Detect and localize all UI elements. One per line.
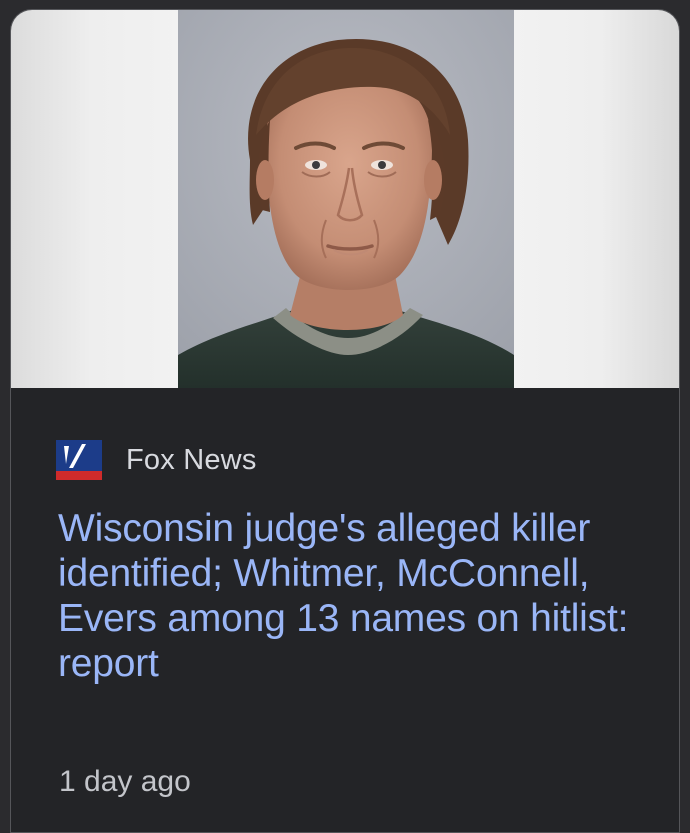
source-row: Fox News <box>56 440 257 480</box>
portrait-photo <box>178 10 514 388</box>
fox-news-logo-icon <box>56 440 102 480</box>
news-card[interactable]: Fox News Wisconsin judge's alleged kille… <box>10 9 680 833</box>
headline-link[interactable]: Wisconsin judge's alleged killer identif… <box>58 506 658 686</box>
source-name: Fox News <box>126 444 257 476</box>
timestamp: 1 day ago <box>59 765 191 798</box>
news-thumbnail[interactable] <box>11 10 679 388</box>
